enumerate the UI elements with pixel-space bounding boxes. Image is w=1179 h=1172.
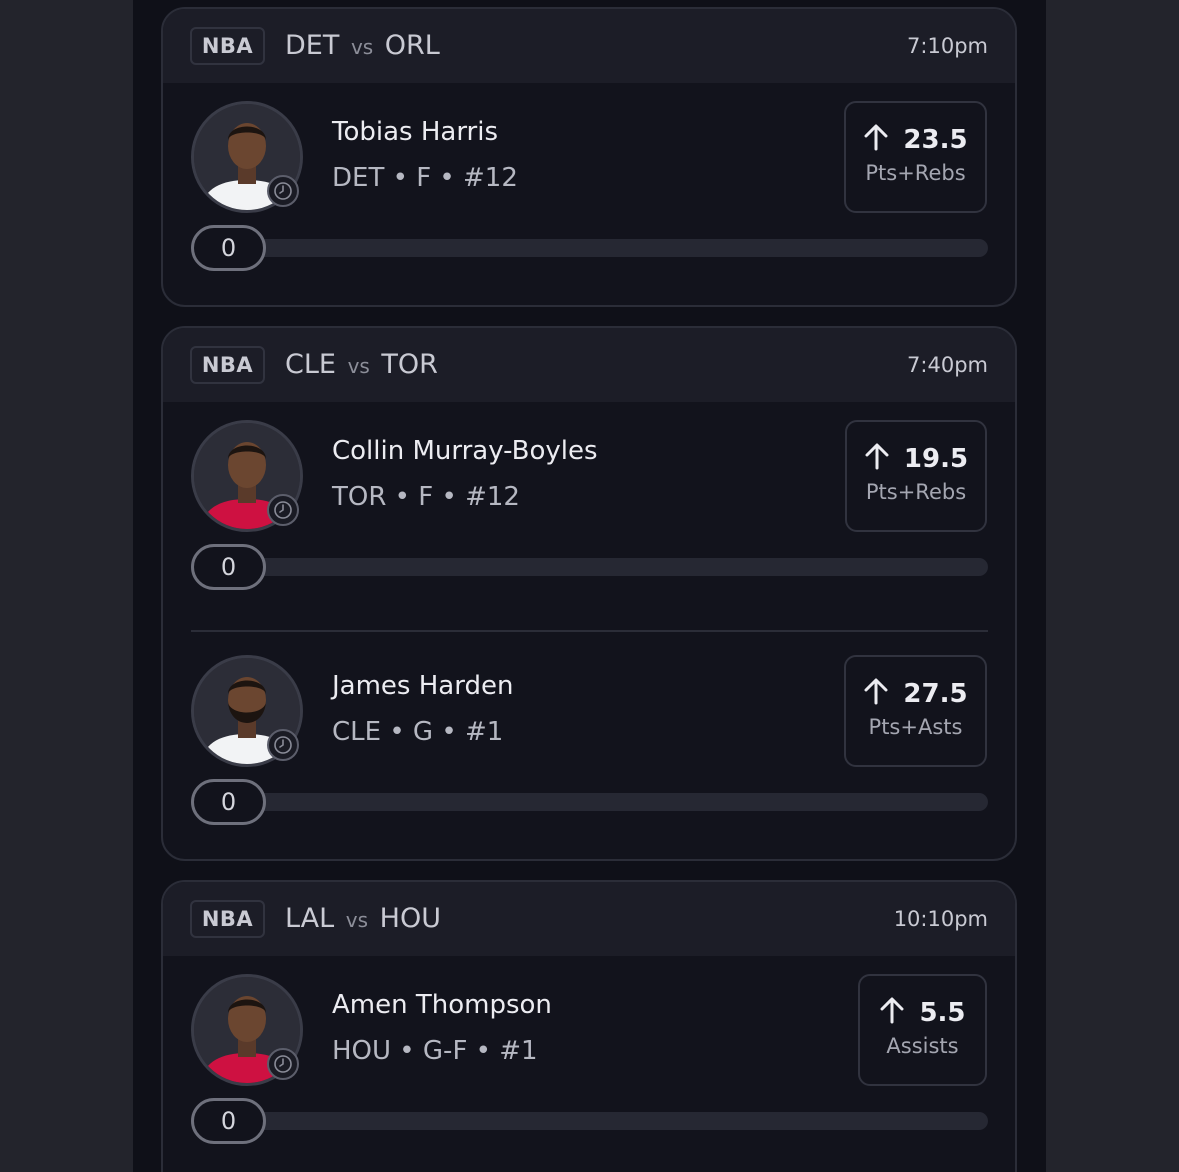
player-name[interactable]: Tobias Harris xyxy=(332,117,498,147)
matchup[interactable]: CLE vs TOR xyxy=(285,346,438,385)
team-a: LAL xyxy=(285,903,335,934)
line-button[interactable]: 23.5 Pts+Rebs xyxy=(844,101,987,213)
game-card-cle-tor: NBA CLE vs TOR 7:40pm Collin Murray-Boyl… xyxy=(161,326,1017,861)
line-value: 27.5 xyxy=(903,679,968,709)
line-value-row: 19.5 xyxy=(847,442,985,476)
line-button[interactable]: 19.5 Pts+Rebs xyxy=(845,420,987,532)
game-time: 10:10pm xyxy=(893,907,988,931)
game-card-det-orl: NBA DET vs ORL 7:10pm Tobias Harris DET … xyxy=(161,7,1017,307)
stat-type: Pts+Rebs xyxy=(865,480,967,504)
line-button[interactable]: 27.5 Pts+Asts xyxy=(844,655,987,767)
clock-icon xyxy=(267,175,299,207)
player-row[interactable]: Amen Thompson HOU • G-F • #1 5.5 Assists… xyxy=(163,956,1015,1166)
team-b: TOR xyxy=(381,349,438,380)
team-a: CLE xyxy=(285,349,336,380)
team-a: DET xyxy=(285,30,340,61)
progress-count: 0 xyxy=(191,1098,266,1144)
player-name[interactable]: Amen Thompson xyxy=(332,990,552,1020)
player-divider xyxy=(191,630,988,632)
game-card-lal-hou: NBA LAL vs HOU 10:10pm Amen Thompson HOU… xyxy=(161,880,1017,1172)
player-name[interactable]: James Harden xyxy=(332,671,513,701)
player-info: TOR • F • #12 xyxy=(332,482,520,512)
line-value: 5.5 xyxy=(919,998,966,1028)
line-value-row: 27.5 xyxy=(846,677,985,711)
stat-type: Pts+Asts xyxy=(868,715,963,739)
team-b: HOU xyxy=(379,903,441,934)
league-badge: NBA xyxy=(190,346,265,384)
stat-type: Assists xyxy=(886,1034,959,1058)
clock-icon xyxy=(267,494,299,526)
progress-track xyxy=(191,1112,988,1130)
player-row[interactable]: Collin Murray-Boyles TOR • F • #12 19.5 … xyxy=(163,402,1015,612)
matchup[interactable]: LAL vs HOU xyxy=(285,900,441,939)
game-time: 7:10pm xyxy=(907,34,988,58)
progress-count: 0 xyxy=(191,225,266,271)
player-info: HOU • G-F • #1 xyxy=(332,1036,538,1066)
team-b: ORL xyxy=(384,30,440,61)
progress-track xyxy=(191,239,988,257)
league-badge: NBA xyxy=(190,27,265,65)
line-value-row: 23.5 xyxy=(846,123,985,157)
player-name[interactable]: Collin Murray-Boyles xyxy=(332,436,598,466)
vs-label: vs xyxy=(345,908,369,932)
progress-count: 0 xyxy=(191,779,266,825)
progress-track xyxy=(191,793,988,811)
matchup[interactable]: DET vs ORL xyxy=(285,27,440,66)
arrow-up-icon xyxy=(863,124,903,155)
arrow-up-icon xyxy=(863,678,903,709)
player-row[interactable]: James Harden CLE • G • #1 27.5 Pts+Asts … xyxy=(163,637,1015,847)
line-value: 19.5 xyxy=(903,444,969,474)
game-header: NBA DET vs ORL 7:10pm xyxy=(163,9,1015,83)
game-time: 7:40pm xyxy=(907,353,988,377)
league-badge: NBA xyxy=(190,900,265,938)
vs-label: vs xyxy=(347,354,370,378)
game-header: NBA LAL vs HOU 10:10pm xyxy=(163,882,1015,956)
clock-icon xyxy=(267,1048,299,1080)
player-row[interactable]: Tobias Harris DET • F • #12 23.5 Pts+Reb… xyxy=(163,83,1015,293)
clock-icon xyxy=(267,729,299,761)
player-info: CLE • G • #1 xyxy=(332,717,504,747)
line-value-row: 5.5 xyxy=(860,996,985,1030)
game-header: NBA CLE vs TOR 7:40pm xyxy=(163,328,1015,402)
arrow-up-icon xyxy=(879,997,919,1028)
stat-type: Pts+Rebs xyxy=(865,161,966,185)
line-button[interactable]: 5.5 Assists xyxy=(858,974,987,1086)
progress-track xyxy=(191,558,988,576)
player-info: DET • F • #12 xyxy=(332,163,518,193)
arrow-up-icon xyxy=(864,443,904,474)
vs-label: vs xyxy=(350,35,374,59)
progress-count: 0 xyxy=(191,544,266,590)
line-value: 23.5 xyxy=(903,125,968,155)
